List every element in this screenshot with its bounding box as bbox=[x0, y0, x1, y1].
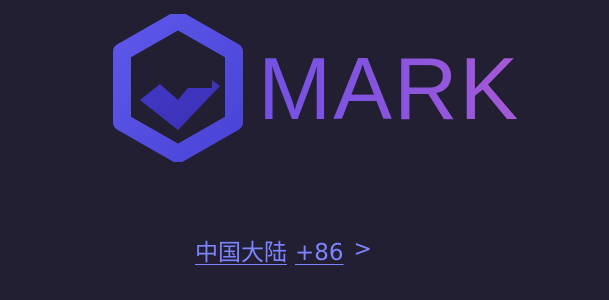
hexagon-heart-logo-icon bbox=[113, 14, 243, 162]
region-name: 中国大陆 bbox=[195, 240, 287, 266]
brand-header: MARK bbox=[0, 0, 609, 180]
region-selector[interactable]: 中国大陆 +86 > bbox=[195, 232, 372, 268]
chevron-right-icon[interactable]: > bbox=[354, 239, 372, 261]
brand-wordmark: MARK bbox=[258, 39, 521, 138]
region-label-link[interactable]: 中国大陆 +86 bbox=[195, 233, 344, 267]
region-code: +86 bbox=[295, 240, 344, 266]
